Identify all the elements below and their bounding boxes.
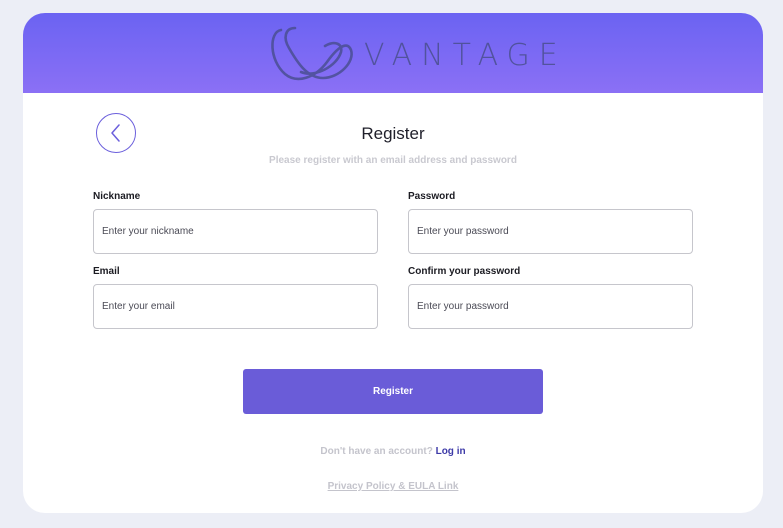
infinity-loop-logo bbox=[271, 26, 353, 81]
login-link[interactable]: Log in bbox=[436, 446, 466, 457]
page-subtitle: Please register with an email address an… bbox=[269, 155, 517, 166]
register-card: VANTAGE Register Please register with an… bbox=[23, 13, 763, 513]
page-title: Register bbox=[361, 124, 425, 143]
email-label: Email bbox=[93, 266, 120, 277]
password-label: Password bbox=[408, 191, 456, 202]
brand-logo: VANTAGE bbox=[267, 22, 558, 84]
no-account-text: Don't have an account? bbox=[320, 446, 433, 457]
nickname-label: Nickname bbox=[93, 191, 141, 202]
confirm-password-input[interactable] bbox=[408, 284, 693, 329]
privacy-policy-link[interactable]: Privacy Policy & EULA Link bbox=[23, 481, 763, 492]
email-input[interactable] bbox=[93, 284, 378, 329]
brand-header: VANTAGE bbox=[23, 13, 763, 93]
confirm-password-label: Confirm your password bbox=[408, 266, 521, 277]
brand-name: VANTAGE bbox=[364, 38, 567, 73]
login-prompt: Don't have an account? Log in bbox=[23, 446, 763, 457]
register-button[interactable]: Register bbox=[243, 369, 543, 414]
password-input[interactable] bbox=[408, 209, 693, 254]
nickname-input[interactable] bbox=[93, 209, 378, 254]
